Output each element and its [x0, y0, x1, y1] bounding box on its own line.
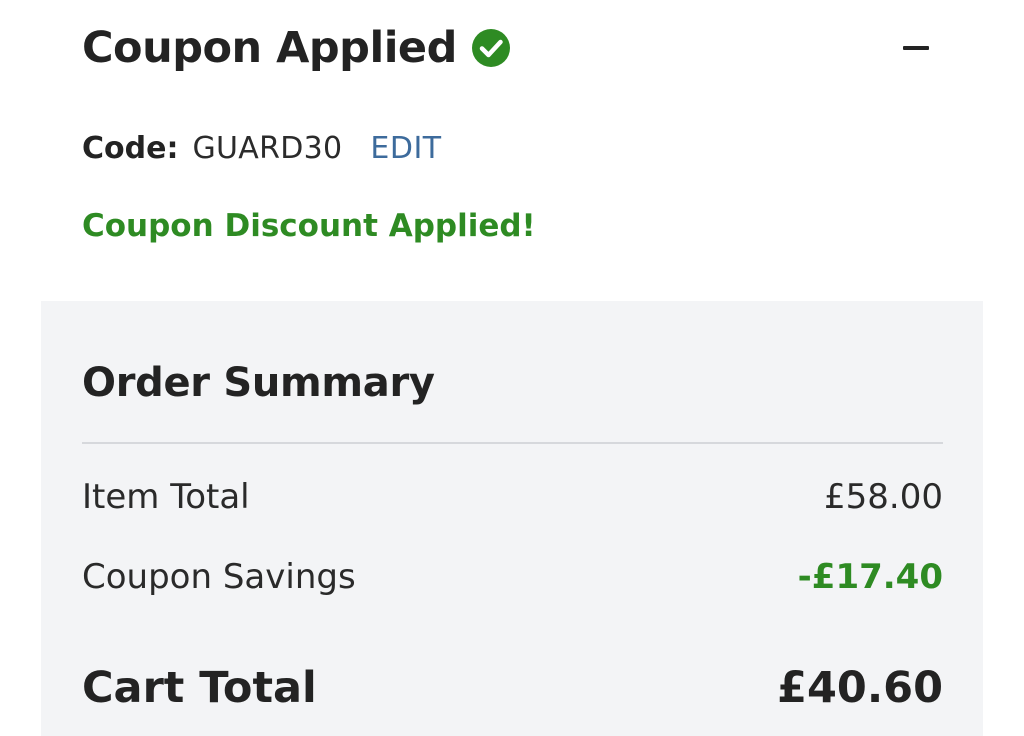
- summary-row-coupon-savings: Coupon Savings -£17.40: [82, 553, 943, 601]
- summary-row-item-total: Item Total £58.00: [82, 473, 943, 521]
- cart-total-value: £40.60: [777, 663, 943, 713]
- coupon-success-message: Coupon Discount Applied!: [82, 208, 536, 244]
- cart-total-label: Cart Total: [82, 663, 317, 713]
- coupon-title: Coupon Applied: [82, 23, 457, 73]
- check-circle-icon: [471, 28, 511, 68]
- cart-page: Coupon Applied Code: GUARD30 EDIT Coupon…: [0, 0, 1024, 736]
- edit-coupon-link[interactable]: EDIT: [370, 131, 441, 166]
- summary-row-cart-total: Cart Total £40.60: [82, 659, 943, 717]
- item-total-value: £58.00: [824, 477, 943, 517]
- collapse-coupon-button[interactable]: [898, 28, 934, 68]
- coupon-header: Coupon Applied: [82, 18, 942, 78]
- summary-divider: [82, 442, 943, 444]
- coupon-savings-label: Coupon Savings: [82, 557, 356, 597]
- coupon-code-row: Code: GUARD30 EDIT: [82, 126, 442, 170]
- coupon-savings-value: -£17.40: [797, 557, 943, 597]
- coupon-code-label: Code:: [82, 130, 179, 166]
- order-summary-title: Order Summary: [82, 360, 435, 406]
- coupon-code-value: GUARD30: [192, 130, 343, 166]
- item-total-label: Item Total: [82, 477, 250, 517]
- minus-icon: [903, 46, 929, 50]
- order-summary-panel: Order Summary Item Total £58.00 Coupon S…: [41, 301, 983, 736]
